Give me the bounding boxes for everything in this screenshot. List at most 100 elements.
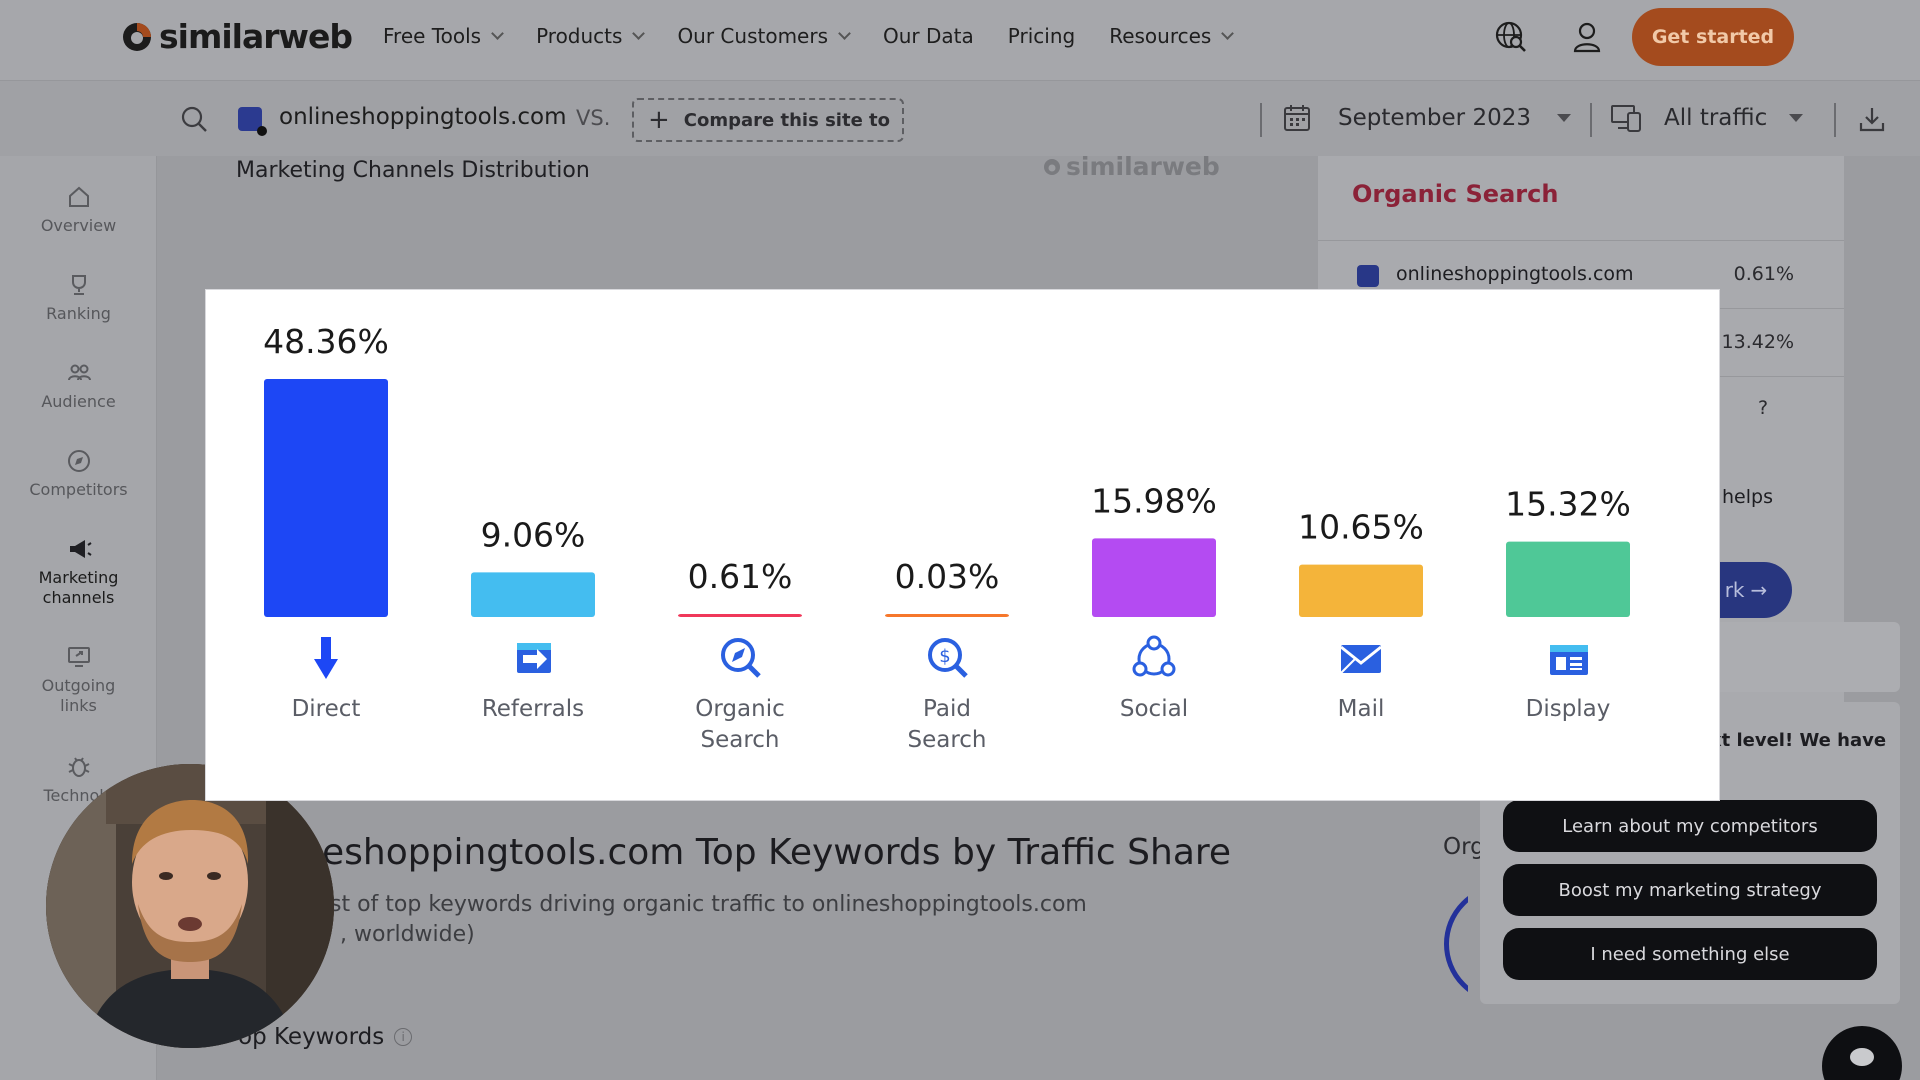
referral-arrow-icon bbox=[517, 643, 551, 673]
sidebar-item-label: Competitors bbox=[29, 480, 128, 499]
marketing-channels-chart: 48.36% Direct 9.06% Referrals 0.61% Organic Se… bbox=[206, 290, 1719, 800]
arrow-down-icon bbox=[314, 637, 338, 679]
nav-item-products[interactable]: Products bbox=[536, 24, 646, 48]
chat-option-button[interactable]: Boost my marketing strategy bbox=[1503, 864, 1877, 916]
info-icon[interactable]: i bbox=[394, 1028, 413, 1046]
bar-mail[interactable] bbox=[1299, 564, 1423, 617]
sidebar-item-overview[interactable]: Overview bbox=[0, 184, 157, 236]
main-menu: Free Tools Products Our Customers Our Data P… bbox=[383, 24, 1235, 48]
divider bbox=[1260, 103, 1262, 137]
search-icon[interactable] bbox=[180, 105, 208, 133]
nav-item-our-data[interactable]: Our Data bbox=[883, 24, 974, 48]
category-label: Display bbox=[1526, 696, 1611, 722]
site-domain[interactable]: onlineshoppingtools.com bbox=[279, 104, 567, 130]
bar-paid-search[interactable] bbox=[885, 614, 1009, 617]
top-keywords-label: op Keywords i bbox=[238, 1024, 413, 1050]
globe-search-icon[interactable] bbox=[1494, 20, 1528, 54]
panel-value: 0.61% bbox=[1733, 263, 1794, 285]
sidebar-item-outgoing-links[interactable]: Outgoing links bbox=[0, 644, 157, 716]
category-label: Organic bbox=[695, 696, 784, 722]
data-label: 0.03% bbox=[895, 557, 1000, 596]
panel-site: onlineshoppingtools.com bbox=[1396, 263, 1634, 285]
chat-option-button[interactable]: Learn about my competitors bbox=[1503, 800, 1877, 852]
sidebar-item-label: Marketing channels bbox=[38, 568, 119, 607]
devices-icon bbox=[1611, 105, 1641, 132]
top-navigation: similarweb Free Tools Products Our Custome… bbox=[0, 0, 1920, 80]
paid-search-icon: $ bbox=[928, 638, 968, 678]
panel-cta-label: rk bbox=[1724, 578, 1745, 602]
data-label: 10.65% bbox=[1298, 508, 1424, 547]
site-favicon bbox=[238, 107, 267, 136]
nav-item-label: Products bbox=[536, 24, 623, 48]
divider bbox=[1834, 103, 1836, 137]
vs-label: VS. bbox=[576, 106, 611, 130]
social-icon bbox=[1132, 635, 1176, 677]
category-label: Mail bbox=[1338, 696, 1385, 722]
chat-option-button[interactable]: I need something else bbox=[1503, 928, 1877, 980]
brand-name: similarweb bbox=[159, 17, 353, 56]
bar-direct[interactable] bbox=[264, 379, 388, 617]
data-label: 9.06% bbox=[481, 515, 586, 554]
trophy-icon bbox=[71, 275, 86, 295]
sidebar-item-audience[interactable]: Audience bbox=[0, 360, 157, 412]
nav-item-label: Pricing bbox=[1007, 24, 1076, 48]
similarweb-logo-icon bbox=[1044, 158, 1060, 175]
panel-title: Organic Search bbox=[1352, 180, 1559, 208]
traffic-value: All traffic bbox=[1664, 105, 1768, 131]
bar-social[interactable] bbox=[1092, 538, 1216, 617]
similarweb-logo-icon bbox=[123, 22, 151, 51]
keywords-subtitle: st of top keywords driving organic traff… bbox=[330, 892, 1087, 917]
category-label: Direct bbox=[292, 696, 361, 722]
nav-item-our-customers[interactable]: Our Customers bbox=[677, 24, 851, 48]
sidebar-item-label: Ranking bbox=[46, 304, 111, 323]
sidebar-item-label: Audience bbox=[41, 392, 116, 411]
sidebar-item-marketing-channels[interactable]: Marketing channels bbox=[0, 536, 157, 608]
nav-item-label: Our Data bbox=[883, 24, 974, 48]
monitor-link-icon bbox=[67, 647, 90, 667]
compare-site-button[interactable]: + Compare this site to bbox=[632, 98, 904, 142]
mail-icon bbox=[1340, 645, 1382, 674]
section-title: Marketing Channels Distribution bbox=[236, 158, 590, 183]
get-started-button[interactable]: Get started bbox=[1632, 8, 1794, 66]
bar-referrals[interactable] bbox=[471, 572, 595, 617]
site-favicon bbox=[1357, 265, 1379, 287]
sidebar-item-label: Overview bbox=[40, 216, 117, 235]
date-selector[interactable]: September 2023 bbox=[1282, 103, 1571, 133]
sidebar-item-ranking[interactable]: Ranking bbox=[0, 272, 157, 324]
sidebar-item-competitors[interactable]: Competitors bbox=[0, 448, 157, 500]
traffic-selector[interactable]: All traffic bbox=[1610, 103, 1804, 133]
nav-item-pricing[interactable]: Pricing bbox=[1008, 24, 1075, 48]
svg-text:$: $ bbox=[939, 646, 950, 667]
keywords-subtitle-scope: , worldwide) bbox=[340, 922, 475, 947]
bar-display[interactable] bbox=[1506, 541, 1630, 617]
chat-launcher-button[interactable] bbox=[1822, 1026, 1902, 1080]
megaphone-icon bbox=[69, 540, 92, 558]
home-icon bbox=[68, 186, 89, 207]
webcam-overlay bbox=[46, 764, 334, 1048]
similarweb-logo[interactable]: similarweb bbox=[121, 17, 353, 56]
nav-item-resources[interactable]: Resources bbox=[1109, 24, 1235, 48]
watermark-text: similarweb bbox=[1066, 152, 1220, 181]
similarweb-watermark: similarweb bbox=[1042, 152, 1220, 181]
nav-item-label: Our Customers bbox=[677, 24, 829, 48]
calendar-icon bbox=[1284, 105, 1310, 131]
download-icon[interactable] bbox=[1858, 105, 1886, 133]
bar-organic-search[interactable] bbox=[678, 613, 802, 617]
compare-button-label: Compare this site to bbox=[683, 109, 891, 131]
user-icon[interactable] bbox=[1570, 20, 1604, 54]
nav-item-free-tools[interactable]: Free Tools bbox=[383, 24, 504, 48]
display-icon bbox=[1550, 645, 1588, 675]
organic-fragment: Org bbox=[1443, 834, 1485, 860]
chevron-down-icon bbox=[632, 27, 646, 40]
chat-message: xt level! We have bbox=[1710, 730, 1887, 751]
keywords-title: eshoppingtools.com Top Keywords by Traff… bbox=[322, 832, 1232, 873]
data-label: 0.61% bbox=[688, 557, 793, 596]
compass-icon bbox=[67, 450, 90, 472]
category-label: Search bbox=[700, 727, 779, 753]
organic-search-icon bbox=[721, 638, 761, 678]
chevron-down-icon bbox=[838, 27, 851, 40]
category-label: Paid bbox=[923, 696, 971, 722]
sidebar-item-label: Outgoing links bbox=[41, 676, 116, 715]
data-label: 15.32% bbox=[1505, 485, 1631, 524]
chevron-down-icon bbox=[1789, 114, 1804, 122]
